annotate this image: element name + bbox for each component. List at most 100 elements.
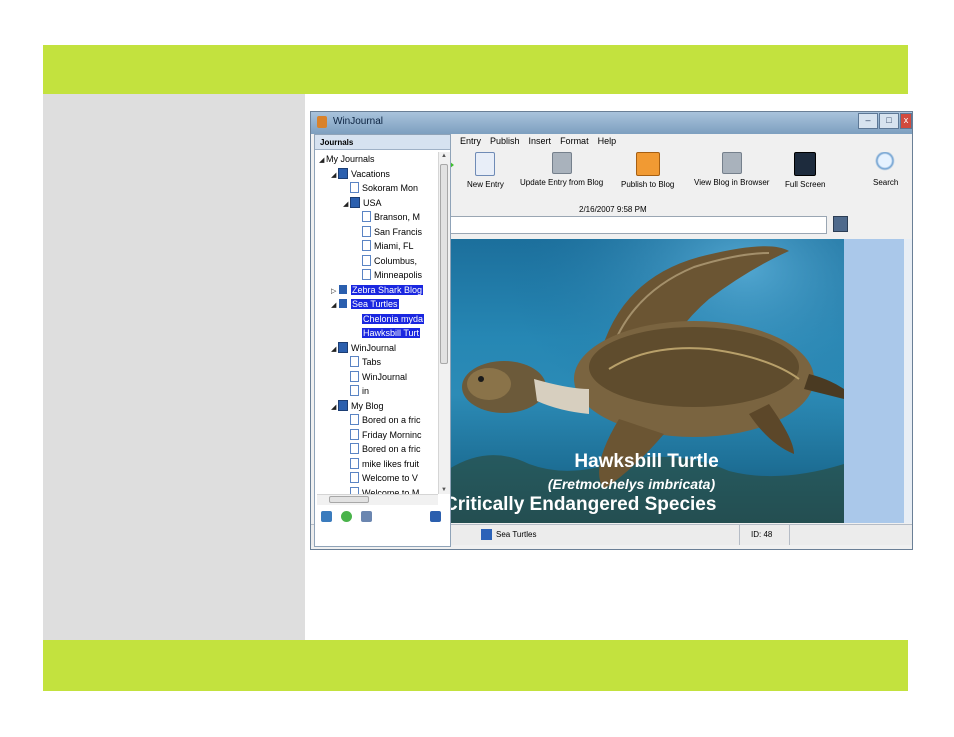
editor-margin	[844, 239, 904, 523]
menu-insert[interactable]: Insert	[529, 136, 552, 152]
document-icon	[350, 370, 359, 382]
document-icon	[350, 472, 359, 483]
tree-item[interactable]: Tabs	[343, 355, 381, 369]
tree-item[interactable]: in	[343, 384, 369, 398]
scroll-down-icon[interactable]: ▼	[441, 487, 447, 493]
tree-vertical-scrollbar[interactable]: ▲ ▼	[438, 152, 450, 494]
expander-icon[interactable]: ◢	[331, 343, 338, 357]
tree-item-label: WinJournal	[362, 371, 408, 382]
minimize-button[interactable]: –	[858, 113, 878, 129]
tree-item[interactable]: Branson, M	[355, 210, 420, 224]
winjournal-window: WinJournal – □ x l Entry Publish Insert …	[311, 112, 912, 549]
tree-item-label: Branson, M	[374, 212, 421, 222]
status-journal: Sea Turtles	[496, 530, 537, 539]
search-icon	[874, 152, 897, 174]
tree-item[interactable]: ▷ Zebra Shark Blog	[331, 283, 424, 297]
toolbar: t New Entry Update Entry from Blog Publi…	[445, 152, 912, 198]
expander-icon[interactable]: ◢	[331, 169, 338, 183]
window-title: WinJournal	[333, 116, 384, 127]
search-button[interactable]: Search	[873, 152, 898, 187]
tree-item[interactable]: Welcome to M	[343, 486, 419, 494]
bottom-accent-band	[43, 640, 908, 691]
tree-item-label: My Journals	[326, 154, 375, 164]
app-icon	[317, 116, 327, 128]
journals-panel: Journals ◢ My Journals ◢ Vacations Sokoram M…	[314, 134, 451, 547]
full-screen-button[interactable]: Full Screen	[785, 152, 825, 189]
publish-icon	[635, 152, 660, 176]
expander-icon[interactable]: ◢	[331, 299, 338, 313]
tree-item[interactable]: ◢ WinJournal	[331, 341, 396, 355]
tree-item[interactable]: Miami, FL	[355, 239, 414, 253]
tree-item[interactable]: Minneapolis	[355, 268, 422, 282]
document-icon	[350, 443, 359, 454]
tree-item-label: Sea Turtles	[351, 299, 399, 309]
tree-item[interactable]: San Francis	[355, 225, 422, 239]
entry-title-field[interactable]	[449, 216, 827, 234]
calendar-icon[interactable]	[361, 511, 372, 522]
menu-publish[interactable]: Publish	[490, 136, 520, 152]
editor-edge	[904, 239, 912, 523]
tree-item-label: Welcome to V	[362, 473, 418, 483]
expander-icon[interactable]: ◢	[343, 198, 350, 212]
menu-entry[interactable]: Entry	[460, 136, 481, 152]
tree-item-label: Bored on a fric	[362, 415, 421, 425]
tree-horizontal-scrollbar[interactable]	[317, 494, 438, 505]
menu-bar: l Entry Publish Insert Format Help	[449, 136, 616, 152]
top-accent-band	[43, 45, 908, 94]
document-icon	[350, 356, 359, 367]
tree-item[interactable]: ◢ Sea Turtles	[331, 297, 399, 311]
menu-format[interactable]: Format	[560, 136, 589, 152]
link-icon[interactable]	[833, 216, 848, 232]
tree-item-label: Miami, FL	[374, 241, 414, 251]
document-icon	[350, 457, 359, 469]
tree-item[interactable]: ◢ My Journals	[319, 152, 375, 166]
status-divider	[789, 525, 790, 545]
tree-item[interactable]: Bored on a fric	[343, 442, 421, 456]
panel-toggle-icon[interactable]	[430, 511, 441, 522]
tree-item[interactable]: ◢ My Blog	[331, 399, 384, 413]
new-entry-button[interactable]: New Entry	[467, 152, 504, 189]
tree-item[interactable]: mike likes fruit	[343, 457, 419, 471]
close-button[interactable]: x	[900, 113, 912, 129]
maximize-button[interactable]: □	[879, 113, 899, 129]
document-icon	[350, 312, 359, 324]
tree-item[interactable]: WinJournal	[343, 370, 407, 384]
journal-icon	[338, 341, 348, 353]
document-icon	[362, 269, 371, 280]
tree-item[interactable]: Bored on a fric	[343, 413, 421, 427]
view-blog-button[interactable]: View Blog in Browser	[694, 152, 769, 187]
tree-item-label: Sokoram Mon	[362, 183, 419, 193]
document-icon	[350, 327, 359, 338]
tree-item[interactable]: Sokoram Mon	[343, 181, 418, 195]
tree-item[interactable]: Hawksbill Turt	[343, 326, 421, 340]
document-icon	[350, 385, 359, 396]
menu-help[interactable]: Help	[598, 136, 617, 152]
tree-item-label: San Francis	[374, 226, 423, 237]
expander-icon[interactable]: ◢	[319, 154, 326, 168]
sync-icon[interactable]	[341, 511, 352, 522]
tree-item-label: Chelonia myda	[362, 313, 425, 324]
tree-item-label: Tabs	[362, 357, 382, 367]
tree-item[interactable]: ◢ Vacations	[331, 167, 390, 181]
update-entry-button[interactable]: Update Entry from Blog	[520, 152, 603, 187]
entry-date: 2/16/2007 9:58 PM	[579, 205, 647, 214]
hscroll-thumb[interactable]	[329, 496, 369, 503]
tree-item[interactable]: ◢ USA	[343, 196, 382, 210]
entry-editor[interactable]: Hawksbill Turtle (Eretmochelys imbricata…	[449, 239, 844, 523]
title-bar[interactable]: WinJournal – □ x	[311, 112, 912, 134]
tree-item[interactable]: Friday Morninc	[343, 428, 422, 442]
tree-item[interactable]: Columbus,	[355, 254, 417, 268]
document-icon	[362, 225, 371, 237]
add-journal-icon[interactable]	[321, 511, 332, 522]
tree-item[interactable]: Chelonia myda	[343, 312, 425, 326]
scroll-up-icon[interactable]: ▲	[441, 153, 447, 159]
tree-item[interactable]: Welcome to V	[343, 471, 418, 485]
publish-button[interactable]: Publish to Blog	[621, 152, 674, 189]
expander-icon[interactable]: ◢	[331, 401, 338, 415]
tree-item-label: USA	[363, 197, 382, 208]
scroll-thumb[interactable]	[440, 164, 448, 364]
tree-item-label: mike likes fruit	[362, 458, 420, 469]
update-entry-icon	[551, 152, 572, 174]
status-entry-id: ID: 48	[751, 530, 773, 539]
view-blog-icon	[721, 152, 742, 174]
